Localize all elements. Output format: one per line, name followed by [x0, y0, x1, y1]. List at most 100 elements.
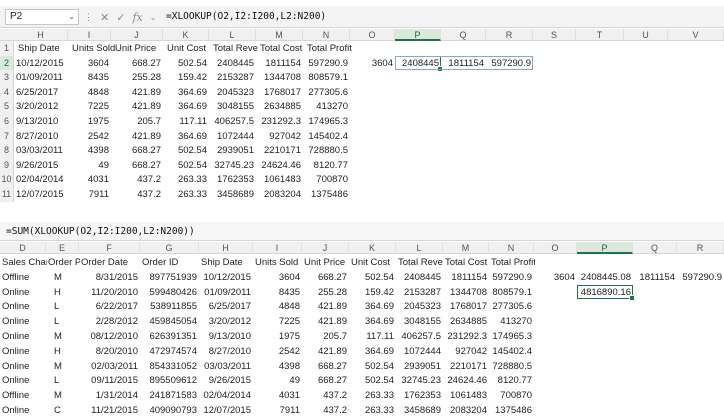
table-cell[interactable]: 364.69	[349, 299, 396, 314]
table-cell[interactable]: 538911855	[140, 299, 199, 314]
table-cell[interactable]: 2153287	[209, 70, 256, 85]
table-cell[interactable]: H	[52, 344, 79, 359]
table-cell[interactable]: 668.27	[111, 143, 163, 158]
table-cell[interactable]: 668.27	[302, 359, 349, 374]
column-header-r[interactable]: R	[677, 242, 724, 254]
table-cell[interactable]: 117.11	[163, 114, 209, 129]
row-number[interactable]: 5	[0, 99, 14, 114]
table-cell[interactable]: 2408445	[209, 56, 256, 71]
table-cell[interactable]: 3604	[253, 270, 302, 285]
table-cell[interactable]: Online	[0, 285, 46, 300]
lookup-cell-r[interactable]: 597290.9	[677, 270, 724, 285]
table-cell[interactable]: 32745.23	[209, 158, 256, 173]
row-number[interactable]: 1	[0, 41, 14, 56]
row-number[interactable]: 2	[0, 55, 14, 71]
insert-function-icon[interactable]: fx	[132, 11, 142, 24]
table-cell[interactable]: 263.33	[349, 403, 396, 418]
table-cell[interactable]: 277305.6	[489, 299, 534, 314]
table-cell[interactable]: 10/12/2015	[199, 270, 253, 285]
table-cell[interactable]: 1811154	[443, 270, 489, 285]
table-cell[interactable]: 413270	[303, 99, 350, 114]
table-cell[interactable]: M	[52, 388, 79, 403]
table-cell[interactable]: 364.69	[163, 99, 209, 114]
table-cell[interactable]: 7225	[253, 314, 302, 329]
table-cell[interactable]: 11/21/2015	[79, 403, 140, 418]
header-cell[interactable]: Total Profit	[305, 41, 354, 56]
header-cell[interactable]: Unit Price	[113, 41, 167, 56]
table-cell[interactable]: 421.89	[302, 344, 349, 359]
table-cell[interactable]: 2045323	[209, 85, 256, 100]
table-cell[interactable]: 728880.5	[489, 359, 534, 374]
table-cell[interactable]: 2542	[68, 129, 111, 144]
table-cell[interactable]: 502.54	[349, 373, 396, 388]
table-cell[interactable]: M	[52, 270, 79, 285]
table-cell[interactable]: 4848	[68, 85, 111, 100]
column-header-d[interactable]: D	[0, 242, 46, 254]
table-cell[interactable]: 1975	[68, 114, 111, 129]
table-cell[interactable]: 2210171	[443, 359, 489, 374]
column-header-i[interactable]: I	[253, 242, 302, 254]
table-cell[interactable]: 2939051	[396, 359, 443, 374]
table-cell[interactable]: 502.54	[163, 158, 209, 173]
table-cell[interactable]: 1344708	[256, 70, 303, 85]
enter-icon[interactable]: ✓	[116, 11, 125, 24]
table-cell[interactable]: 2408445	[396, 270, 443, 285]
table-cell[interactable]: 1072444	[396, 344, 443, 359]
table-cell[interactable]: 927042	[443, 344, 489, 359]
table-cell[interactable]: 8435	[253, 285, 302, 300]
table-cell[interactable]: 3458689	[209, 187, 256, 202]
header-cell[interactable]: Units Sold	[70, 41, 115, 56]
column-header-m[interactable]: M	[256, 29, 303, 41]
table-cell[interactable]: 897751939	[140, 270, 199, 285]
table-cell[interactable]: 241871583	[140, 388, 199, 403]
header-cell[interactable]: Total Cost	[443, 255, 490, 270]
table-cell[interactable]: 8435	[68, 70, 111, 85]
table-cell[interactable]: 8/27/2010	[199, 344, 253, 359]
header-cell[interactable]: Total Cost	[258, 41, 307, 56]
table-cell[interactable]: 1375486	[303, 187, 350, 202]
table-cell[interactable]: 4848	[253, 299, 302, 314]
table-cell[interactable]: 421.89	[111, 85, 163, 100]
table-cell[interactable]: 364.69	[349, 314, 396, 329]
table-cell[interactable]: 205.7	[111, 114, 163, 129]
table-cell[interactable]: Online	[0, 373, 46, 388]
table-cell[interactable]: C	[52, 403, 79, 418]
table-cell[interactable]: 895509612	[140, 373, 199, 388]
column-header-o[interactable]: O	[350, 29, 395, 41]
header-cell[interactable]: Ship Date	[199, 255, 254, 270]
table-cell[interactable]: 7911	[68, 187, 111, 202]
table-cell[interactable]: 1061483	[256, 172, 303, 187]
table-cell[interactable]: Online	[0, 329, 46, 344]
column-header-k[interactable]: K	[349, 242, 396, 254]
header-cell[interactable]: Sales Char	[0, 255, 47, 270]
table-cell[interactable]: 1762353	[209, 172, 256, 187]
table-cell[interactable]: 2210171	[256, 143, 303, 158]
table-cell[interactable]: 3/20/2012	[199, 314, 253, 329]
header-cell[interactable]: Ship Date	[16, 41, 72, 56]
table-cell[interactable]: 3048155	[209, 99, 256, 114]
row-number[interactable]: 10	[0, 172, 14, 187]
table-cell[interactable]: 263.33	[163, 187, 209, 202]
table-cell[interactable]: 174965.3	[489, 329, 534, 344]
table-cell[interactable]: 02/04/2014	[14, 172, 68, 187]
table-cell[interactable]: 4031	[253, 388, 302, 403]
table-cell[interactable]: 6/25/2017	[199, 299, 253, 314]
table-cell[interactable]: 263.33	[163, 172, 209, 187]
table-cell[interactable]: 7225	[68, 99, 111, 114]
table-cell[interactable]: 9/13/2010	[199, 329, 253, 344]
table-cell[interactable]: 409090793	[140, 403, 199, 418]
table-cell[interactable]: 231292.3	[443, 329, 489, 344]
table-cell[interactable]: 255.28	[111, 70, 163, 85]
table-cell[interactable]: 205.7	[302, 329, 349, 344]
table-cell[interactable]: 09/11/2015	[79, 373, 140, 388]
row-number[interactable]: 3	[0, 70, 14, 85]
table-cell[interactable]: 03/03/2011	[14, 143, 68, 158]
table-cell[interactable]: 502.54	[163, 56, 209, 71]
table-cell[interactable]: 502.54	[163, 143, 209, 158]
table-cell[interactable]: 668.27	[302, 270, 349, 285]
table-cell[interactable]: 599480426	[140, 285, 199, 300]
table-cell[interactable]: Online	[0, 344, 46, 359]
table-cell[interactable]: 2083204	[256, 187, 303, 202]
table-cell[interactable]: L	[52, 314, 79, 329]
table-cell[interactable]: 364.69	[163, 85, 209, 100]
